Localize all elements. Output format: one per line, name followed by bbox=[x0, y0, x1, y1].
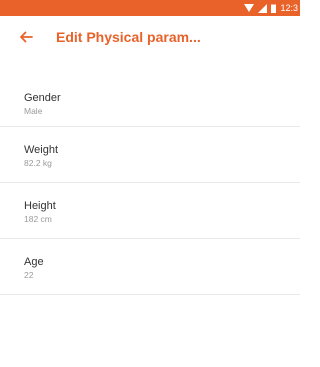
back-button[interactable] bbox=[14, 25, 38, 49]
page-title: Edit Physical param... bbox=[56, 29, 201, 45]
status-bar: 12:3 bbox=[0, 0, 300, 16]
param-item-gender[interactable]: Gender Male bbox=[0, 88, 300, 127]
param-value: 22 bbox=[24, 270, 34, 280]
status-icons: 12:3 bbox=[244, 0, 298, 16]
param-label: Height bbox=[24, 200, 56, 212]
wifi-icon bbox=[244, 3, 255, 13]
app-screen: 12:3 Edit Physical param... Gender Male … bbox=[0, 0, 300, 367]
status-time: 12:3 bbox=[280, 3, 298, 13]
arrow-left-icon bbox=[20, 31, 33, 43]
app-bar: Edit Physical param... bbox=[0, 16, 300, 58]
param-item-weight[interactable]: Weight 82.2 kg bbox=[0, 127, 300, 183]
param-item-age[interactable]: Age 22 bbox=[0, 239, 300, 295]
param-value: Male bbox=[24, 106, 43, 116]
param-item-height[interactable]: Height 182 cm bbox=[0, 183, 300, 239]
param-label: Age bbox=[24, 256, 44, 268]
param-value: 82.2 kg bbox=[24, 158, 52, 168]
param-list: Gender Male Weight 82.2 kg Height 182 cm… bbox=[0, 88, 300, 295]
battery-icon bbox=[271, 4, 277, 13]
param-value: 182 cm bbox=[24, 214, 52, 224]
param-label: Weight bbox=[24, 144, 59, 156]
signal-icon bbox=[258, 3, 268, 13]
param-label: Gender bbox=[24, 92, 61, 104]
